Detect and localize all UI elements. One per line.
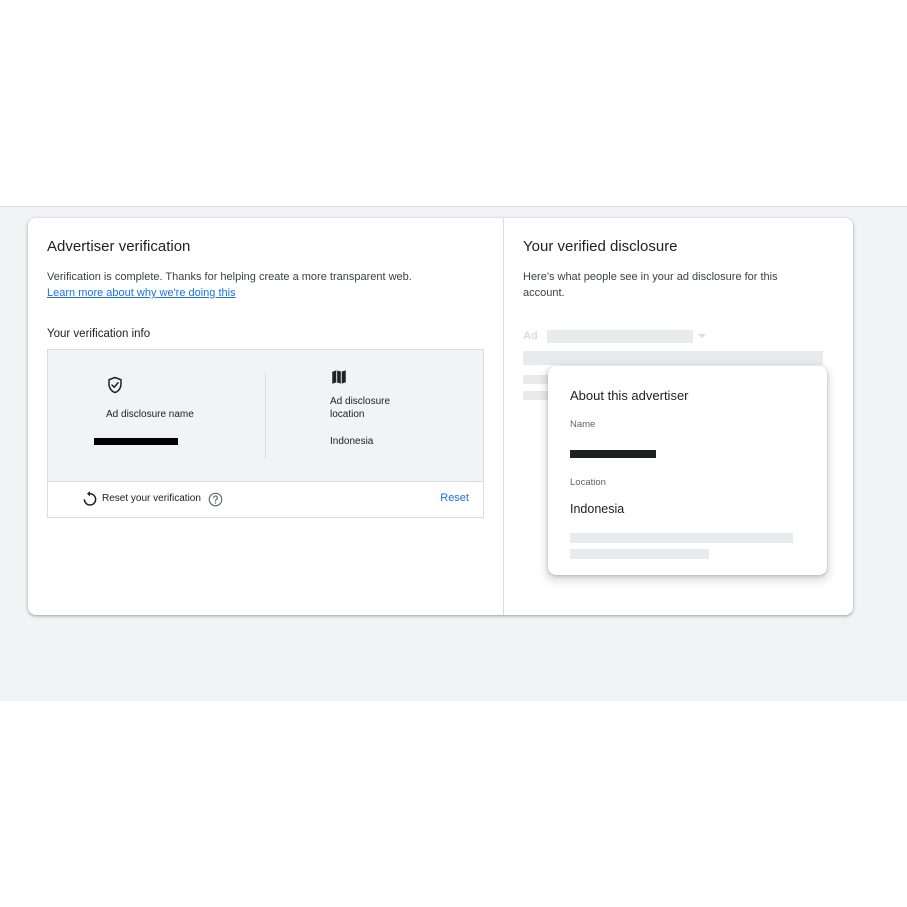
- disclosure-location-label: Ad disclosure location: [330, 396, 391, 420]
- panel-divider: [503, 218, 504, 615]
- dropdown-arrow-icon: [698, 334, 706, 338]
- shield-check-icon: [108, 376, 122, 394]
- ad-label: Ad: [523, 330, 538, 342]
- location-label: Location: [570, 477, 606, 488]
- disclosure-name-label: Ad disclosure name: [106, 409, 194, 420]
- panel-title: Your verified disclosure: [523, 238, 678, 255]
- reset-verification-text: Reset your verification: [102, 493, 201, 504]
- reset-icon[interactable]: [81, 490, 99, 508]
- verification-description: Verification is complete. Thanks for hel…: [47, 269, 412, 301]
- about-advertiser-card: About this advertiser Name Location Indo…: [548, 366, 827, 575]
- panel-title: Advertiser verification: [47, 238, 191, 255]
- reset-button[interactable]: Reset: [440, 492, 469, 504]
- location-value: Indonesia: [570, 502, 625, 516]
- map-icon: [332, 370, 346, 384]
- verification-info-box: Ad disclosure name Ad disclosure locatio…: [47, 349, 484, 518]
- disclosure-location-value: Indonesia: [330, 436, 374, 447]
- disclosure-location-column: Ad disclosure location Indonesia: [330, 368, 410, 447]
- skeleton-line: [547, 330, 693, 343]
- skeleton-line: [570, 533, 793, 543]
- verification-info-heading: Your verification info: [47, 328, 151, 340]
- verification-card: Advertiser verification Verification is …: [28, 218, 853, 615]
- help-icon[interactable]: [208, 492, 223, 507]
- disclosure-name-column: Ad disclosure name: [94, 376, 194, 445]
- skeleton-line: [523, 351, 823, 365]
- info-divider: [265, 372, 266, 458]
- name-label: Name: [570, 419, 596, 430]
- disclosure-description: Here's what people see in your ad disclo…: [523, 271, 778, 299]
- about-advertiser-title: About this advertiser: [570, 388, 689, 403]
- reset-verification-row: Reset your verification Reset: [48, 481, 483, 517]
- redacted-name: [570, 450, 656, 458]
- learn-more-link[interactable]: Learn more about why we're doing this: [47, 287, 236, 299]
- skeleton-line: [570, 549, 709, 559]
- verification-info-details: Ad disclosure name Ad disclosure locatio…: [48, 350, 483, 482]
- redacted-name: [94, 438, 178, 445]
- description-text: Verification is complete. Thanks for hel…: [47, 271, 412, 283]
